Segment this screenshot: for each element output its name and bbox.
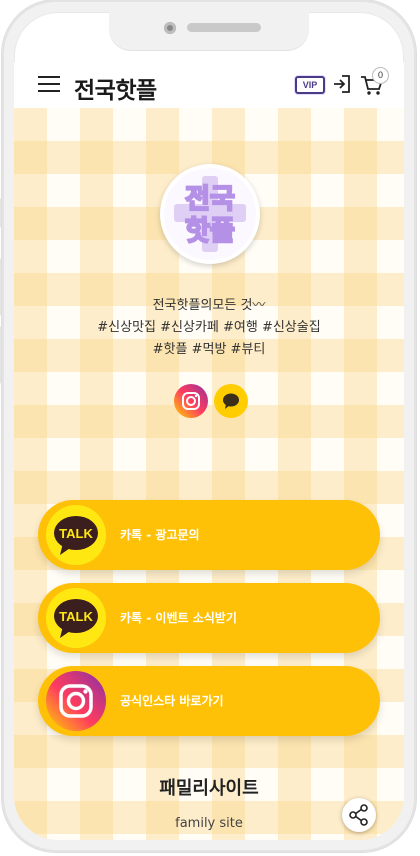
speaker-grille xyxy=(187,23,261,32)
kakaotalk-icon: TALK xyxy=(46,588,106,648)
share-icon xyxy=(349,804,368,826)
camera-icon xyxy=(164,22,176,34)
vip-badge[interactable]: VIP xyxy=(295,76,325,94)
profile-content: 전국 핫플 전국핫플의모든 것〰 #신상맛집 #신상카페 #여행 #신상술집 #… xyxy=(14,108,404,840)
phone-screen: 전국 핫플 전국핫플의모든 것〰 #신상맛집 #신상카페 #여행 #신상술집 #… xyxy=(14,12,404,840)
link-label: 카톡 - 광고문의 xyxy=(120,528,200,542)
phone-frame: 전국 핫플 전국핫플의모든 것〰 #신상맛집 #신상카페 #여행 #신상술집 #… xyxy=(2,0,416,852)
logo-image: 전국 핫플 xyxy=(164,168,256,260)
link-label: 공식인스타 바로가기 xyxy=(120,694,224,708)
profile-logo: 전국 핫플 xyxy=(160,164,260,264)
kakao-ad-inquiry-button[interactable]: TALK 카톡 - 광고문의 xyxy=(38,500,380,570)
link-label: 카톡 - 이벤트 소식받기 xyxy=(120,611,237,625)
phone-notch xyxy=(109,12,309,50)
profile-hashtags-line1: #신상맛집 #신상카페 #여행 #신상술집 xyxy=(97,320,321,335)
profile-bio-line1: 전국핫플의모든 것〰 xyxy=(152,298,266,313)
instagram-social-button[interactable] xyxy=(174,384,208,418)
cart-count-badge: 0 xyxy=(372,67,389,84)
kakaotalk-social-button[interactable] xyxy=(214,384,248,418)
logo-text-line1: 전국 xyxy=(185,184,235,215)
kakao-event-news-button[interactable]: TALK 카톡 - 이벤트 소식받기 xyxy=(38,583,380,653)
family-site-title: 패밀리사이트 xyxy=(159,778,259,799)
instagram-icon xyxy=(182,392,200,410)
chat-bubble-icon xyxy=(223,393,239,409)
official-instagram-button[interactable]: 공식인스타 바로가기 xyxy=(38,666,380,736)
profile-hashtags-line2: #핫플 #먹방 #뷰티 xyxy=(152,342,266,357)
app-header: 전국핫플 VIP 0 xyxy=(14,62,404,108)
menu-icon[interactable] xyxy=(38,76,60,93)
logo-text-line2: 핫플 xyxy=(185,216,235,247)
share-button[interactable] xyxy=(342,798,376,832)
svg-text:TALK: TALK xyxy=(59,526,93,541)
app-title[interactable]: 전국핫플 xyxy=(74,71,157,105)
svg-text:TALK: TALK xyxy=(59,609,93,624)
instagram-icon xyxy=(46,671,106,731)
login-icon[interactable] xyxy=(332,73,352,95)
kakaotalk-icon: TALK xyxy=(46,505,106,565)
